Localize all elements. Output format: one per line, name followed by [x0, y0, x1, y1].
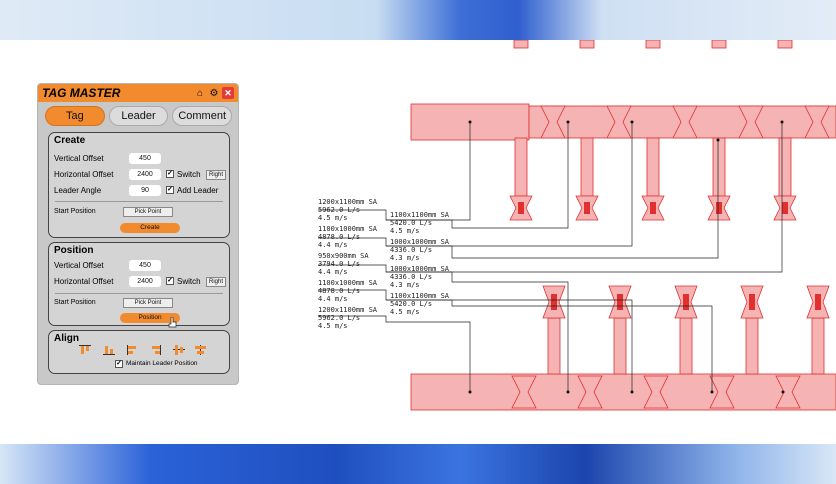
branch-duct [580, 137, 594, 197]
tab-bar: Tag Leader Comment [38, 102, 238, 126]
branch-duct [712, 137, 726, 197]
duct-tag[interactable]: 1100x1100mm SA 5420.0 L/s 4.5 m/s [390, 211, 449, 235]
branch-duct [514, 137, 528, 197]
duct-tag[interactable]: 1200x1100mm SA 5962.0 L/s 4.5 m/s [318, 198, 377, 222]
horizontal-offset-label: Horizontal Offset [54, 170, 114, 179]
add-leader-label: Add Leader [177, 186, 219, 195]
terminal [579, 40, 595, 49]
duct-drawing [318, 40, 836, 411]
start-position-label: Start Position [54, 208, 96, 215]
start-position-label: Start Position [54, 299, 96, 306]
branch-duct [745, 317, 759, 375]
home-icon[interactable]: ⌂ [194, 87, 206, 99]
add-leader-checkbox[interactable]: ✓ [166, 186, 174, 194]
align-left-icon[interactable] [127, 345, 139, 355]
align-vertical-center-icon[interactable] [173, 345, 185, 355]
duct-tag[interactable]: 1200x1100mm SA 5962.0 L/s 4.5 m/s [318, 306, 377, 330]
duct-tag[interactable]: 950x900mm SA 3794.0 L/s 4.4 m/s [318, 252, 369, 276]
pick-point-button[interactable]: Pick Point [123, 207, 173, 217]
duct-tag[interactable]: 1100x1000mm SA 4878.0 L/s 4.4 m/s [318, 225, 377, 249]
right-button[interactable]: Right [206, 170, 226, 180]
align-right-icon[interactable] [149, 345, 161, 355]
create-title: Create [54, 135, 86, 146]
gear-icon[interactable]: ⚙ [208, 87, 220, 99]
switch-label: Switch [177, 170, 201, 179]
duct-tag[interactable]: 1100x1000mm SA 4878.0 L/s 4.4 m/s [318, 279, 377, 303]
align-title: Align [54, 333, 79, 344]
leader-angle-input[interactable]: 90 [129, 185, 161, 196]
position-group: Position Vertical Offset 450 Horizontal … [48, 242, 230, 328]
main-duct-bottom [410, 373, 836, 411]
duct-tag[interactable]: 1100x1100mm SA 5420.0 L/s 4.5 m/s [390, 292, 449, 316]
horizontal-offset-input[interactable]: 2400 [129, 276, 161, 287]
create-group: Create Vertical Offset 450 Horizontal Of… [48, 132, 230, 238]
align-horizontal-center-icon[interactable] [195, 345, 207, 355]
vertical-offset-input[interactable]: 450 [129, 260, 161, 271]
tag-master-dialog: TAG MASTER ⌂ ⚙ ✕ Tag Leader Comment Crea… [37, 83, 239, 385]
branch-duct [613, 317, 627, 375]
right-button[interactable]: Right [206, 277, 226, 287]
maintain-leader-label: Maintain Leader Position [126, 360, 198, 367]
horizontal-offset-input[interactable]: 2400 [129, 169, 161, 180]
branch-duct [547, 317, 561, 375]
align-bottom-icon[interactable] [103, 345, 115, 355]
duct-tag[interactable]: 1000x1000mm SA 4336.0 L/s 4.3 m/s [390, 265, 449, 289]
duct-tag[interactable]: 1000x1000mm SA 4336.0 L/s 4.3 m/s [390, 238, 449, 262]
create-button[interactable]: Create [120, 223, 180, 233]
vertical-offset-input[interactable]: 450 [129, 153, 161, 164]
desktop-wallpaper-top [0, 0, 836, 40]
pick-point-button[interactable]: Pick Point [123, 298, 173, 308]
terminal [513, 40, 529, 49]
tab-tag[interactable]: Tag [45, 106, 105, 126]
app-title: TAG MASTER [42, 86, 121, 100]
tab-leader[interactable]: Leader [108, 106, 169, 126]
maintain-leader-checkbox[interactable]: ✓ [115, 360, 123, 368]
branch-duct [646, 137, 660, 197]
close-icon[interactable]: ✕ [222, 87, 234, 99]
desktop-wallpaper-bottom [0, 444, 836, 484]
branch-duct [679, 317, 693, 375]
vertical-offset-label: Vertical Offset [54, 261, 104, 270]
horizontal-offset-label: Horizontal Offset [54, 277, 114, 286]
titlebar: TAG MASTER ⌂ ⚙ ✕ [38, 84, 238, 102]
tab-comment[interactable]: Comment [172, 106, 233, 126]
terminal [711, 40, 727, 49]
align-group: Align ✓ Maintain Leader Position [48, 330, 230, 374]
hand-cursor-icon [168, 317, 177, 328]
terminal [645, 40, 661, 49]
divider [55, 201, 223, 202]
switch-checkbox[interactable]: ✓ [166, 277, 174, 285]
branch-duct [811, 317, 825, 375]
switch-label: Switch [177, 277, 201, 286]
position-title: Position [54, 245, 94, 256]
terminal [777, 40, 793, 49]
vertical-offset-label: Vertical Offset [54, 154, 104, 163]
branch-duct [778, 137, 792, 197]
align-top-icon[interactable] [79, 345, 91, 355]
divider [55, 293, 223, 294]
switch-checkbox[interactable]: ✓ [166, 170, 174, 178]
leader-angle-label: Leader Angle [54, 186, 102, 195]
